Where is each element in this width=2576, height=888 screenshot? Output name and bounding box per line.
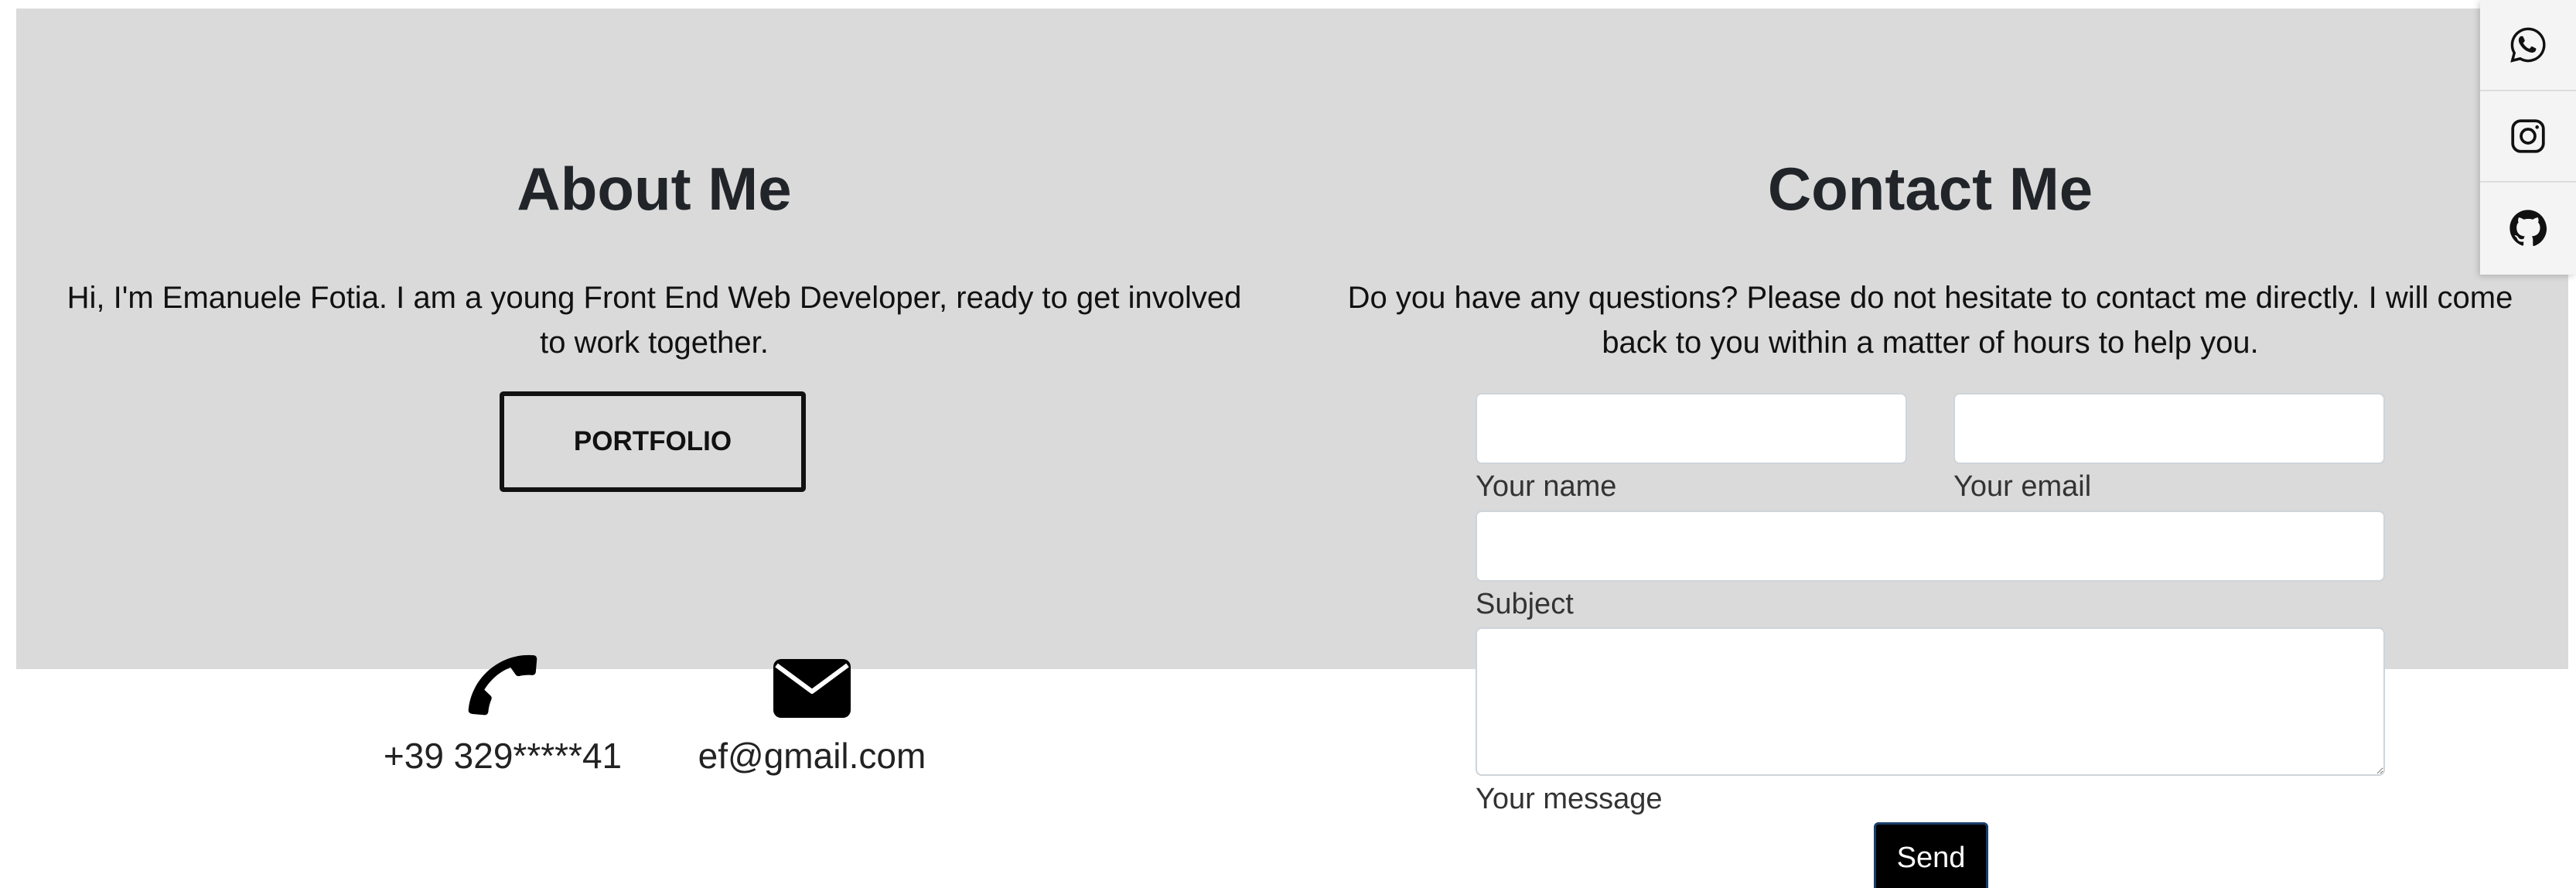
instagram-icon bbox=[2511, 119, 2545, 153]
message-label: Your message bbox=[1476, 783, 1663, 815]
message-field[interactable] bbox=[1476, 627, 2385, 776]
social-link-github[interactable] bbox=[2480, 183, 2576, 274]
email-field[interactable] bbox=[1953, 393, 2385, 464]
email-contact[interactable]: ef@gmail.com bbox=[681, 642, 943, 777]
social-link-whatsapp[interactable] bbox=[2480, 0, 2576, 91]
about-text: Hi, I'm Emanuele Fotia. I am a young Fro… bbox=[67, 281, 1242, 360]
github-icon bbox=[2509, 210, 2547, 246]
send-button[interactable]: Send bbox=[1874, 822, 1988, 888]
contact-info: +39 329*****41 ef@gmail.com bbox=[0, 642, 1276, 797]
contact-title: Contact Me bbox=[1767, 155, 2093, 223]
whatsapp-icon bbox=[2510, 27, 2546, 63]
contact-section: Contact Me Do you have any questions? Pl… bbox=[1292, 9, 2568, 888]
portfolio-button[interactable]: PORTFOLIO bbox=[500, 391, 806, 492]
name-field[interactable] bbox=[1476, 393, 1907, 464]
phone-contact[interactable]: +39 329*****41 bbox=[375, 642, 630, 777]
contact-text: Do you have any questions? Please do not… bbox=[1347, 281, 2513, 360]
envelope-icon bbox=[773, 659, 851, 718]
subject-field[interactable] bbox=[1476, 511, 2385, 582]
email-address: ef@gmail.com bbox=[698, 736, 926, 776]
page: About Me Hi, I'm Emanuele Fotia. I am a … bbox=[0, 0, 2576, 888]
about-section: About Me Hi, I'm Emanuele Fotia. I am a … bbox=[16, 9, 1292, 669]
phone-number: +39 329*****41 bbox=[383, 736, 623, 776]
subject-label: Subject bbox=[1476, 588, 1574, 620]
social-link-instagram[interactable] bbox=[2480, 91, 2576, 183]
social-sidebar bbox=[2480, 0, 2576, 275]
email-label: Your email bbox=[1953, 470, 2092, 503]
phone-icon bbox=[468, 654, 537, 716]
about-title: About Me bbox=[517, 155, 792, 223]
name-label: Your name bbox=[1476, 470, 1617, 503]
